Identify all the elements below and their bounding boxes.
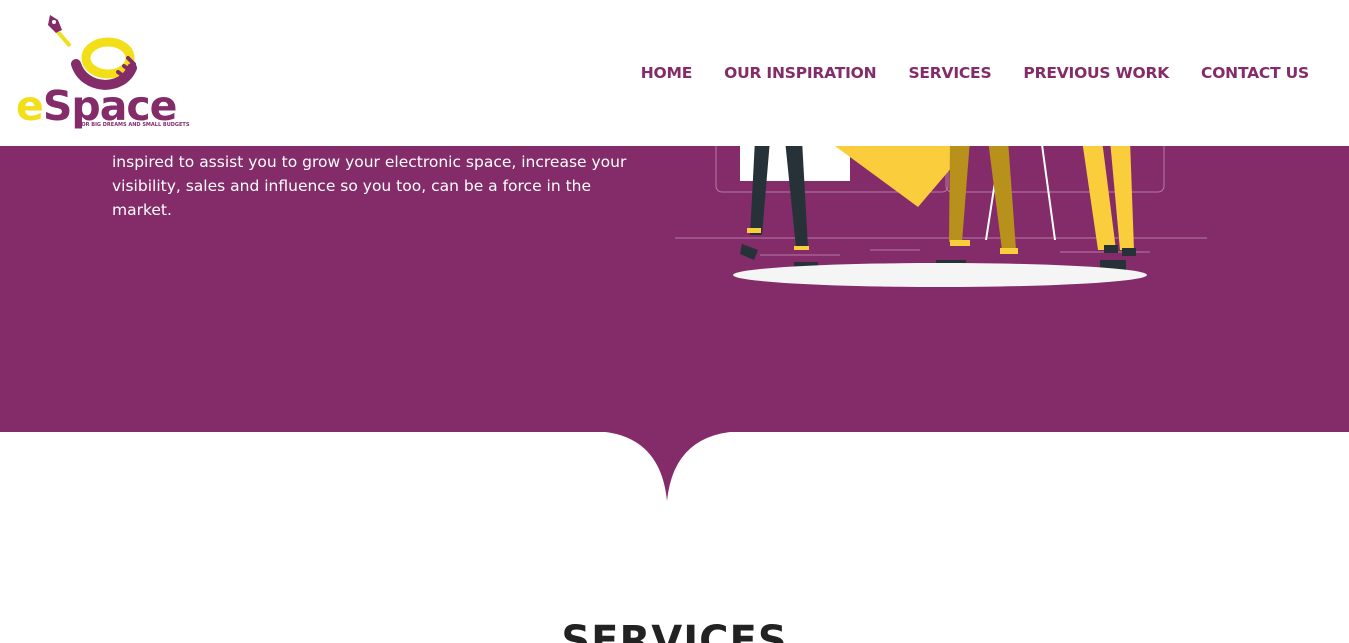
nav-home[interactable]: HOME bbox=[641, 64, 693, 82]
main-nav: HOME OUR INSPIRATION SERVICES PREVIOUS W… bbox=[609, 64, 1309, 82]
services-heading: SERVICES bbox=[561, 618, 788, 643]
nav-our-inspiration[interactable]: OUR INSPIRATION bbox=[724, 64, 877, 82]
section-divider-wave bbox=[590, 431, 746, 501]
site-header: eSpace FOR BIG DREAMS AND SMALL BUDGETS … bbox=[0, 0, 1349, 146]
nav-services[interactable]: SERVICES bbox=[908, 64, 991, 82]
nav-contact-us[interactable]: CONTACT US bbox=[1201, 64, 1309, 82]
logo-tagline: FOR BIG DREAMS AND SMALL BUDGETS bbox=[78, 122, 190, 128]
nav-previous-work[interactable]: PREVIOUS WORK bbox=[1023, 64, 1169, 82]
espace-logo[interactable]: eSpace FOR BIG DREAMS AND SMALL BUDGETS bbox=[14, 12, 189, 134]
